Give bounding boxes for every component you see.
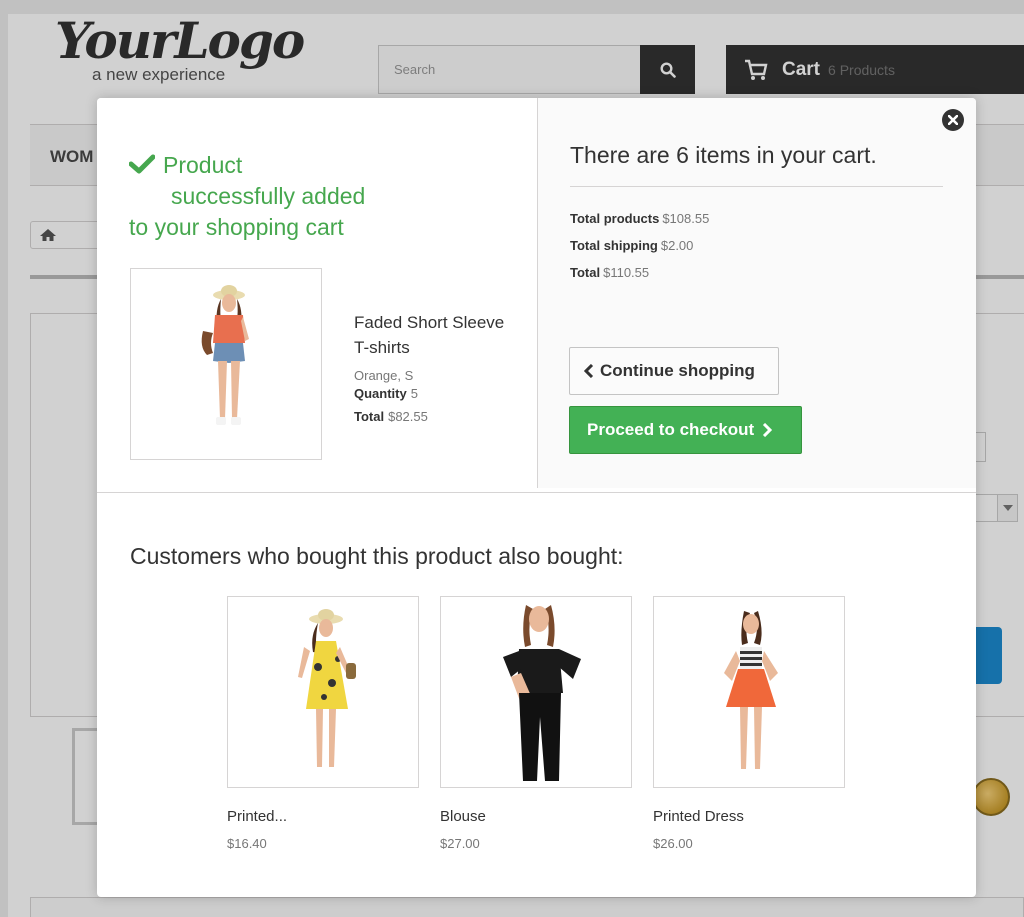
product-quantity-row: Quantity 5 <box>354 384 514 403</box>
chevron-left-icon <box>584 364 594 378</box>
recommendation-price: $16.40 <box>227 836 267 851</box>
divider <box>570 186 943 187</box>
also-bought-heading: Customers who bought this product also b… <box>130 543 624 569</box>
recommendation-name[interactable]: Printed Dress <box>653 808 845 825</box>
product-photo-blouse <box>503 605 581 781</box>
total-shipping-value: $2.00 <box>660 238 694 253</box>
recommendation-item[interactable]: Blouse $27.00 <box>440 596 632 851</box>
product-total-label: Total <box>354 409 385 424</box>
total-products-value: $108.55 <box>662 211 710 226</box>
cart-items-heading: There are 6 items in your cart. <box>570 142 877 168</box>
recommendation-item[interactable]: Printed... $16.40 <box>227 596 419 851</box>
modal-top-section: Product successfully added to your shopp… <box>97 98 976 493</box>
product-photo-tshirt <box>201 285 249 425</box>
product-details: Faded Short Sleeve T-shirts Orange, S Qu… <box>354 310 514 426</box>
close-icon <box>948 115 958 125</box>
cart-confirmation-modal: Product successfully added to your shopp… <box>97 98 976 897</box>
success-message: Product successfully added to your shopp… <box>129 150 449 243</box>
product-photo-printed-dress <box>724 611 778 769</box>
checkout-label: Proceed to checkout <box>587 420 755 439</box>
proceed-to-checkout-button[interactable]: Proceed to checkout <box>569 406 802 454</box>
close-button[interactable] <box>942 109 964 131</box>
grand-total-row: Total $110.55 <box>570 259 709 286</box>
success-line-2: successfully added <box>171 183 366 209</box>
recommendation-price: $27.00 <box>440 836 480 851</box>
recommendation-name[interactable]: Printed... <box>227 808 419 825</box>
total-shipping-label: Total shipping <box>570 238 658 253</box>
recommendation-name[interactable]: Blouse <box>440 808 632 825</box>
quantity-label: Quantity <box>354 386 407 401</box>
quantity-value: 5 <box>410 386 418 401</box>
recommendation-item[interactable]: Printed Dress $26.00 <box>653 596 845 851</box>
product-total-row: Total $82.55 <box>354 407 514 426</box>
total-products-label: Total products <box>570 211 660 226</box>
total-shipping-row: Total shipping $2.00 <box>570 232 709 259</box>
added-product-panel: Product successfully added to your shopp… <box>97 98 537 488</box>
success-line-1: Product <box>163 152 243 178</box>
check-icon <box>129 154 155 174</box>
grand-total-value: $110.55 <box>603 265 650 280</box>
total-products-row: Total products $108.55 <box>570 205 709 232</box>
success-line-3: to your shopping cart <box>129 214 344 240</box>
recommendation-image[interactable] <box>227 596 419 788</box>
continue-shopping-label: Continue shopping <box>600 361 755 380</box>
product-image <box>130 268 322 460</box>
recommendation-image[interactable] <box>440 596 632 788</box>
product-photo-printed-summer-dress <box>298 609 356 767</box>
recommendation-price: $26.00 <box>653 836 693 851</box>
product-total-value: $82.55 <box>388 409 428 424</box>
chevron-right-icon <box>763 423 773 437</box>
continue-shopping-button[interactable]: Continue shopping <box>569 347 779 395</box>
cart-totals: Total products $108.55 Total shipping $2.0… <box>570 205 709 286</box>
recommendation-image[interactable] <box>653 596 845 788</box>
product-name: Faded Short Sleeve T-shirts <box>354 313 505 357</box>
product-attributes: Orange, S <box>354 368 414 383</box>
grand-total-label: Total <box>570 265 601 280</box>
